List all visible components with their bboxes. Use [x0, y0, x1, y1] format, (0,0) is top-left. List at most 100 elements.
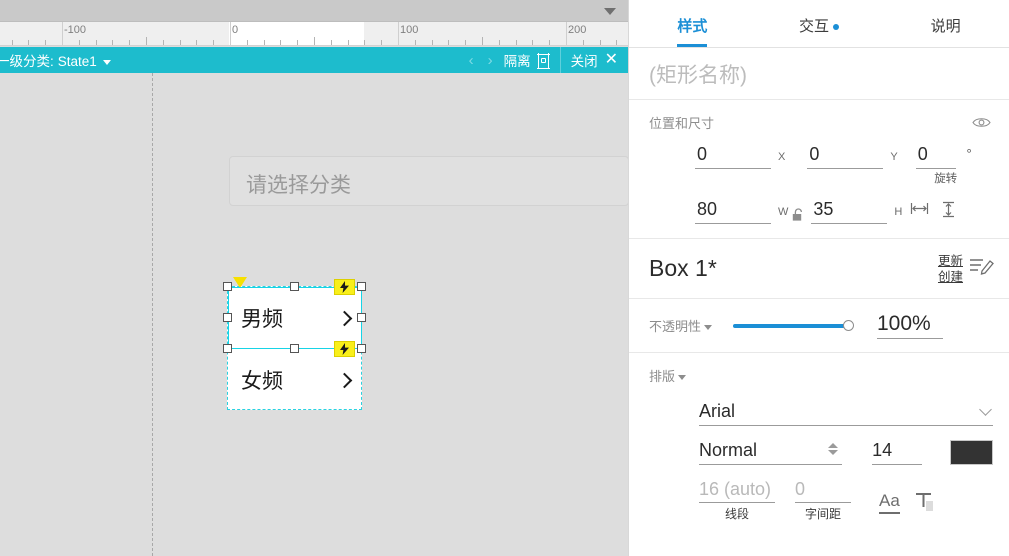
tab-interaction-label: 交互	[799, 18, 830, 35]
wh-row: W H	[629, 199, 1009, 224]
chevron-down-icon	[979, 403, 992, 416]
ruler-label: 100	[400, 24, 419, 36]
opacity-label: 不透明性	[649, 319, 702, 334]
position-size-section: 位置和尺寸 X Y °	[629, 100, 1009, 239]
text-fill-icon[interactable]	[914, 491, 934, 513]
letter-spacing-value[interactable]: 0	[795, 479, 851, 503]
widget-name-label: 一级分类:	[0, 54, 54, 69]
lightning-bolt-icon[interactable]	[334, 279, 355, 295]
height-input[interactable]	[811, 199, 888, 224]
h-label: H	[894, 206, 903, 218]
prev-state-button[interactable]: ‹	[462, 52, 481, 69]
ruler-label: 0	[232, 24, 239, 36]
width-input[interactable]	[695, 199, 771, 224]
x-input[interactable]	[695, 144, 771, 169]
box-style-name: Box 1*	[649, 255, 717, 281]
typography-title-wrap: 排版	[649, 366, 687, 385]
update-style-link[interactable]: 更新	[938, 253, 963, 269]
line-height-label: 线段	[724, 507, 749, 521]
list-item-label: 女频	[241, 370, 283, 393]
resize-handle-se[interactable]	[357, 344, 366, 353]
category-select-widget[interactable]: 请选择分类	[229, 156, 628, 206]
letter-spacing-label: 字间距	[804, 507, 841, 521]
font-color-swatch[interactable]	[949, 440, 993, 465]
font-weight-select[interactable]: Normal	[699, 440, 843, 465]
resize-handle-sw[interactable]	[223, 344, 232, 353]
chevron-right-icon	[336, 372, 353, 388]
x-field-wrap: X	[695, 144, 785, 169]
design-canvas[interactable]: 请选择分类 男频 女频	[0, 73, 628, 556]
caret-down-icon[interactable]	[102, 59, 111, 65]
y-input[interactable]	[807, 144, 884, 169]
opacity-row: 不透明性 100%	[629, 299, 1009, 353]
opacity-slider-knob[interactable]	[843, 319, 854, 331]
caret-down-icon	[704, 325, 713, 331]
w-field-wrap: W	[695, 199, 788, 224]
vertical-guide-line	[152, 73, 153, 556]
opacity-slider-track	[733, 323, 851, 328]
line-height-field: 16 (auto) 线段	[699, 479, 775, 522]
tab-notes[interactable]: 说明	[882, 15, 1009, 47]
underline-Aa-icon[interactable]: Aa	[879, 491, 900, 514]
h-field-wrap: H	[811, 199, 902, 224]
text-decoration-icons: Aa	[879, 491, 934, 514]
close-state-button[interactable]: 关闭 ✕	[561, 50, 628, 70]
font-family-select[interactable]: Arial	[699, 401, 993, 426]
position-size-title: 位置和尺寸	[649, 115, 715, 131]
tab-interaction[interactable]: 交互	[756, 15, 883, 47]
font-family-row: Arial	[629, 401, 1009, 426]
lightning-bolt-icon[interactable]	[334, 341, 355, 357]
rotation-field-wrap: ° 旋转	[915, 144, 976, 185]
size-fit-icons	[910, 201, 956, 224]
caret-down-icon	[678, 374, 687, 380]
fit-height-icon[interactable]	[941, 201, 956, 223]
state-bar-title: 一级分类: State1	[0, 50, 111, 70]
resize-handle-ne[interactable]	[357, 282, 366, 291]
select-placeholder: 请选择分类	[246, 174, 351, 197]
line-height-value[interactable]: 16 (auto)	[699, 479, 775, 503]
unread-dot-icon	[833, 24, 840, 31]
opacity-label-wrap[interactable]: 不透明性	[649, 316, 721, 335]
canvas-area: -100 0 100 200 一级分类:State1 ‹ › 隔离 关闭 ✕	[0, 0, 628, 556]
typography-title: 排版	[649, 368, 676, 384]
spinner-down-icon	[828, 450, 839, 455]
opacity-value[interactable]: 100%	[877, 312, 943, 339]
create-style-link[interactable]: 创建	[938, 269, 963, 285]
app-root: -100 0 100 200 一级分类:State1 ‹ › 隔离 关闭 ✕	[0, 0, 1009, 556]
state-name-label: State1	[57, 54, 97, 69]
fit-width-icon[interactable]	[910, 201, 929, 223]
update-create-links: 更新 创建	[938, 253, 963, 285]
panel-tabs: 样式 交互 说明	[629, 0, 1009, 48]
unlocked-padlock-icon[interactable]	[792, 208, 805, 223]
resize-handle-e[interactable]	[357, 313, 366, 322]
edit-list-icon[interactable]	[969, 255, 995, 282]
close-x-icon: ✕	[604, 51, 618, 68]
rotation-input[interactable]	[915, 144, 956, 169]
tab-notes-label: 说明	[930, 18, 961, 35]
font-size-input[interactable]: 14	[872, 440, 922, 465]
list-item[interactable]: 女频	[228, 349, 363, 411]
tab-style[interactable]: 样式	[629, 15, 756, 47]
box-style-actions: 更新 创建	[938, 253, 995, 285]
spinner-up-icon	[828, 443, 839, 448]
widget-name-field[interactable]: (矩形名称)	[629, 48, 1009, 100]
resize-handle-nw[interactable]	[223, 282, 232, 291]
resize-handle-n[interactable]	[290, 282, 299, 291]
state-editing-bar: 一级分类: State1 ‹ › 隔离 关闭 ✕	[0, 47, 628, 73]
horizontal-ruler[interactable]: -100 0 100 200	[0, 22, 628, 46]
font-weight-size-row: Normal 14	[629, 440, 1009, 465]
selection-rectangle	[228, 287, 362, 349]
spinner-updown-icon[interactable]	[828, 443, 839, 455]
eye-icon[interactable]	[972, 116, 991, 129]
opacity-slider[interactable]	[733, 318, 863, 334]
resize-handle-s[interactable]	[290, 344, 299, 353]
ruler-label: 200	[568, 24, 587, 36]
next-state-button[interactable]: ›	[481, 52, 500, 69]
close-label: 关闭	[570, 54, 598, 69]
typography-header[interactable]: 排版	[629, 363, 1009, 387]
isolate-button[interactable]: 隔离	[500, 50, 560, 70]
typography-section: 排版 Arial Normal 14 16 (auto) 线段 0 字间距 Aa	[629, 353, 1009, 522]
resize-handle-w[interactable]	[223, 313, 232, 322]
degree-symbol: °	[966, 146, 972, 161]
caret-down-icon[interactable]	[604, 8, 616, 15]
